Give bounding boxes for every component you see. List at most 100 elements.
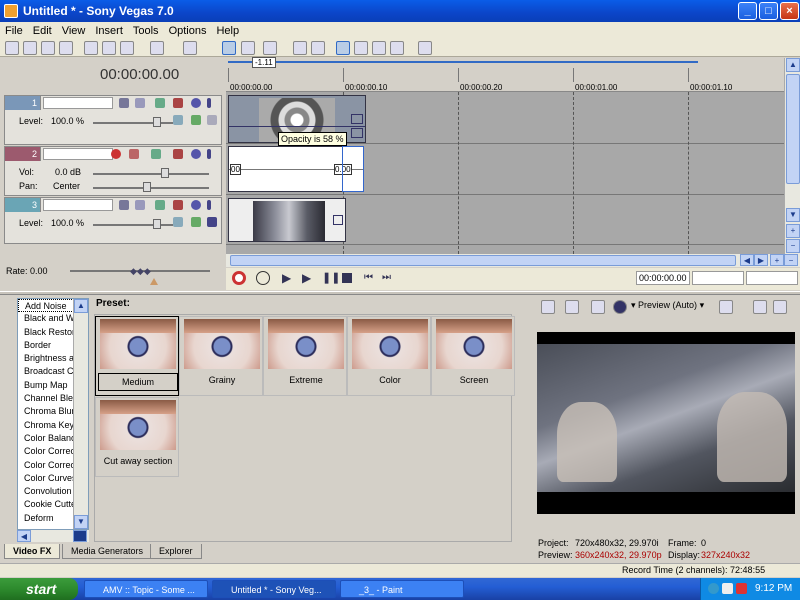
hzoom-out-button[interactable]: −: [784, 254, 798, 266]
new-icon[interactable]: [5, 41, 19, 55]
automation-icon[interactable]: [173, 217, 183, 227]
play-button[interactable]: ▶: [302, 271, 316, 285]
close-button[interactable]: ×: [780, 2, 799, 20]
preview-frame[interactable]: [537, 332, 795, 514]
save-as-icon[interactable]: [59, 41, 73, 55]
scroll-up-button[interactable]: ▲: [786, 58, 800, 72]
mute-track-icon[interactable]: [191, 200, 201, 210]
event-fx-icon[interactable]: [351, 128, 363, 138]
motion-icon[interactable]: [155, 98, 165, 108]
pan-slider-knob[interactable]: [143, 182, 151, 192]
volume-slider[interactable]: [93, 173, 209, 175]
preset-color[interactable]: Color: [347, 316, 431, 396]
composite-mode-icon[interactable]: [135, 98, 145, 108]
fx-icon[interactable]: [173, 200, 183, 210]
time-ruler[interactable]: -1.11 00:00:00.00 00:00:00.10 00:00:00.2…: [226, 57, 784, 92]
menu-edit[interactable]: Edit: [28, 25, 57, 37]
scroll-left-button[interactable]: ◀: [740, 254, 754, 266]
level-slider-knob[interactable]: [153, 117, 161, 127]
pane-divider[interactable]: [0, 291, 800, 295]
start-button[interactable]: start: [0, 578, 78, 600]
tab-explorer[interactable]: Explorer: [150, 544, 202, 559]
paste-icon[interactable]: [120, 41, 134, 55]
record-button[interactable]: [232, 271, 246, 285]
copy-snapshot-icon[interactable]: [753, 300, 767, 314]
solo-icon[interactable]: [207, 98, 211, 108]
level-slider[interactable]: [93, 224, 173, 226]
minimize-button[interactable]: _: [738, 2, 757, 20]
scroll-left-button[interactable]: ◀: [17, 530, 31, 542]
collapse-icon[interactable]: [207, 217, 217, 227]
cut-icon[interactable]: [84, 41, 98, 55]
open-icon[interactable]: [23, 41, 37, 55]
play-from-start-button[interactable]: ▶: [282, 271, 296, 285]
video-track-3-header[interactable]: 3 Level: 100.0 %: [4, 197, 222, 244]
level-slider-knob[interactable]: [153, 219, 161, 229]
track-name-field[interactable]: [43, 199, 113, 211]
selection-length-box[interactable]: [746, 271, 798, 285]
tab-video-fx[interactable]: Video FX: [4, 544, 61, 559]
automation-icon[interactable]: [173, 115, 183, 125]
preset-extreme[interactable]: Extreme: [263, 316, 347, 396]
stop-button[interactable]: [342, 273, 352, 283]
zoom-in-button[interactable]: +: [786, 224, 800, 238]
selection-tool-icon[interactable]: [372, 41, 386, 55]
selection-start-box[interactable]: [692, 271, 744, 285]
record-arm-icon[interactable]: [111, 149, 121, 159]
taskbar-item-vegas[interactable]: Untitled * - Sony Veg...: [212, 580, 336, 598]
volume-slider-knob[interactable]: [161, 168, 169, 178]
fx-icon[interactable]: [173, 149, 183, 159]
grouping-icon[interactable]: [293, 41, 307, 55]
menu-tools[interactable]: Tools: [128, 25, 164, 37]
audio-selection[interactable]: [342, 146, 364, 192]
tray-volume-icon[interactable]: [722, 583, 733, 594]
taskbar-item-paint[interactable]: _3_ - Paint: [340, 580, 464, 598]
menu-view[interactable]: View: [57, 25, 91, 37]
taskbar-item-browser[interactable]: AMV :: Topic - Some ...: [84, 580, 208, 598]
preview-fx-icon[interactable]: [591, 300, 605, 314]
preset-screen[interactable]: Screen: [431, 316, 515, 396]
menu-file[interactable]: File: [0, 25, 28, 37]
fx-icon[interactable]: [173, 98, 183, 108]
rate-slider-knob[interactable]: ◆◆◆: [130, 266, 151, 276]
snap-icon[interactable]: [263, 41, 277, 55]
normal-edit-tool-icon[interactable]: [336, 41, 350, 55]
invert-phase-icon[interactable]: [129, 149, 139, 159]
envelope-icon[interactable]: [151, 149, 161, 159]
scroll-thumb[interactable]: [786, 74, 800, 184]
pan-slider[interactable]: [93, 187, 209, 189]
undo-icon[interactable]: [150, 41, 164, 55]
save-snapshot-icon[interactable]: [773, 300, 787, 314]
motion-icon[interactable]: [155, 200, 165, 210]
video-track-1-header[interactable]: 1 Level: 100.0 %: [4, 95, 222, 145]
zoom-out-button[interactable]: −: [786, 239, 800, 253]
go-to-start-button[interactable]: ⏮: [364, 271, 378, 285]
loop-playback-button[interactable]: [256, 271, 270, 285]
auto-ripple-icon[interactable]: [222, 41, 236, 55]
track-name-field[interactable]: [43, 97, 113, 109]
pause-button[interactable]: ❚❚: [322, 271, 340, 285]
mute-track-icon[interactable]: [191, 149, 201, 159]
copy-icon[interactable]: [102, 41, 116, 55]
tray-network-icon[interactable]: [708, 583, 719, 594]
split-screen-icon[interactable]: [613, 300, 627, 314]
mute-icon[interactable]: [119, 200, 129, 210]
mute-track-icon[interactable]: [191, 98, 201, 108]
video-clip-3[interactable]: [228, 198, 346, 242]
collapse-icon[interactable]: [207, 115, 217, 125]
scroll-right-button[interactable]: [73, 530, 87, 542]
expand-icon[interactable]: [191, 115, 201, 125]
properties-icon[interactable]: [541, 300, 555, 314]
maximize-button[interactable]: □: [759, 2, 778, 20]
scroll-up-button[interactable]: ▲: [74, 299, 88, 313]
preset-medium[interactable]: Medium: [95, 316, 179, 396]
composite-mode-icon[interactable]: [135, 200, 145, 210]
menu-help[interactable]: Help: [211, 25, 244, 37]
preview-quality-dropdown[interactable]: ▾ Preview (Auto) ▾: [631, 300, 704, 311]
scroll-right-button[interactable]: ▶: [754, 254, 768, 266]
redo-icon[interactable]: [183, 41, 197, 55]
audio-track-2-header[interactable]: 2 Vol: 0.0 dB Pan: Center: [4, 146, 222, 196]
preset-cut-away-section[interactable]: Cut away section: [95, 397, 179, 477]
event-pan-crop-icon[interactable]: [351, 114, 363, 124]
envelope-tool-icon[interactable]: [354, 41, 368, 55]
